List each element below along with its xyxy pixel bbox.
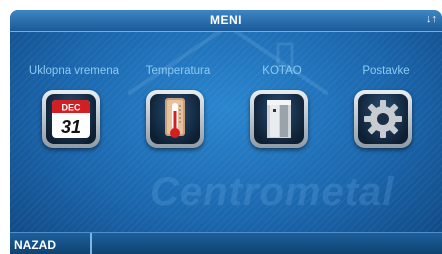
back-button[interactable]: NAZAD [10,233,92,254]
tile-label: Postavke [362,65,410,77]
signal-arrows-icon: ↓↑ [426,13,437,25]
postavke-button[interactable] [354,90,412,148]
gear-icon [358,94,408,144]
boiler-icon [254,94,304,144]
back-button-label: NAZAD [14,238,56,252]
uklopna-vremena-button[interactable]: DEC 31 [42,90,100,148]
meni-screen: Centrometal MENI ↓↑ Uklopna vremena DEC … [10,10,442,254]
tile-kotao[interactable]: KOTAO [230,65,334,175]
kotao-button[interactable] [250,90,308,148]
tile-uklopna-vremena[interactable]: Uklopna vremena DEC 31 [22,65,126,175]
calendar-icon: DEC 31 [46,94,96,144]
temperatura-button[interactable] [146,90,204,148]
thermometer-icon [150,94,200,144]
calendar-day: 31 [61,117,81,137]
tile-postavke[interactable]: Postavke [334,65,438,175]
page-title: MENI [210,13,242,27]
brand-watermark: Centrometal [150,170,395,214]
header-bar: MENI ↓↑ [10,10,442,32]
tile-temperatura[interactable]: Temperatura [126,65,230,175]
footer-bar: NAZAD [10,232,442,254]
calendar-month: DEC [61,103,81,113]
